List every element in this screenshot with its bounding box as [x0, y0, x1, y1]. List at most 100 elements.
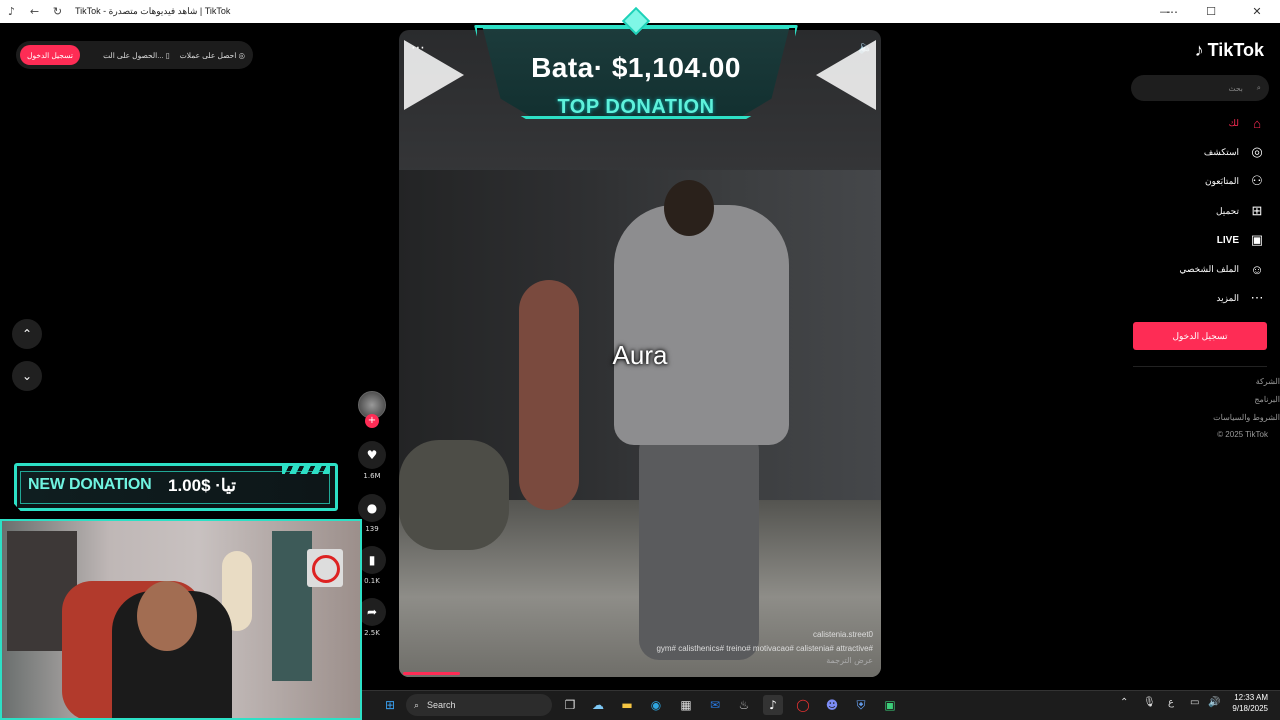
top-actions-pill: تسجيل الدخول الحصول على الت... ▯ احصل عل… — [16, 41, 253, 69]
video-hashtags[interactable]: gym# calisthenics# treino# motivacao# ca… — [656, 642, 873, 656]
close-button[interactable]: ✕ — [1234, 0, 1280, 23]
follow-plus-icon[interactable]: + — [365, 414, 379, 428]
store-icon[interactable]: ▦ — [676, 695, 696, 715]
video-person-legs — [639, 430, 759, 660]
sidebar-item-explore[interactable]: استكشف ◎ — [1140, 141, 1265, 163]
get-coins-label: احصل على عملات — [179, 50, 237, 60]
tiktok-taskbar-icon[interactable]: ♪ — [763, 695, 783, 715]
video-person-hoodie — [614, 205, 789, 445]
banner-left-wing — [404, 40, 464, 110]
like-count: 1.6M — [363, 472, 381, 480]
video-username[interactable]: calistenia.street0 — [656, 628, 873, 642]
get-app-label: الحصول على الت... — [103, 50, 164, 60]
network-icon[interactable]: ▭ — [1190, 697, 1199, 708]
sidebar-divider — [1133, 366, 1267, 367]
comment-icon[interactable]: ● — [358, 494, 386, 522]
video-caption: Aura — [612, 340, 668, 370]
more-icon: ⋯ — [1250, 290, 1264, 305]
get-app-link[interactable]: الحصول على الت... ▯ — [103, 51, 170, 60]
sidebar-item-for-you[interactable]: لك ⌂ — [1140, 112, 1265, 134]
footer-company-link[interactable]: الشركة — [1256, 377, 1280, 386]
language-indicator[interactable]: ع — [1168, 697, 1174, 708]
new-donation-stripes — [282, 466, 330, 474]
clock-time: 12:33 AM — [1234, 693, 1268, 702]
profile-icon: ☺ — [1250, 261, 1264, 277]
footer-program-link[interactable]: البرنامج — [1254, 395, 1280, 404]
footer-terms-link[interactable]: الشروط والسياسات — [1213, 413, 1280, 422]
sidebar-item-label: LIVE — [1216, 234, 1239, 246]
save-count: 0.1K — [364, 577, 380, 585]
no-smoking-sign — [307, 549, 343, 587]
video-person-head — [664, 180, 714, 236]
login-button[interactable]: تسجيل الدخول — [1133, 322, 1267, 350]
share-icon[interactable]: ➦ — [358, 598, 386, 626]
search-icon[interactable]: ⌕ — [1257, 83, 1261, 93]
video-person-standing — [519, 280, 579, 510]
outlook-icon[interactable]: ✉ — [705, 695, 725, 715]
windows-start-icon[interactable]: ⊞ — [380, 695, 400, 715]
previous-video-button[interactable]: ⌃ — [12, 319, 42, 349]
next-video-button[interactable]: ⌄ — [12, 361, 42, 391]
sidebar-item-live[interactable]: LIVE ▣ — [1140, 229, 1265, 251]
bookmark-icon[interactable]: ▮ — [358, 546, 386, 574]
video-player[interactable]: Aura calistenia.street0 gym# calisthenic… — [399, 30, 881, 677]
video-progress-bar[interactable] — [403, 672, 460, 675]
save-action[interactable]: ▮ 0.1K — [358, 546, 386, 585]
sidebar-item-label: تحميل — [1215, 205, 1239, 216]
discord-icon[interactable]: ☻ — [822, 695, 842, 715]
heart-icon[interactable]: ♥ — [358, 441, 386, 469]
chevron-down-icon: ⌄ — [21, 369, 33, 383]
streaming-app-icon[interactable]: ▣ — [880, 695, 900, 715]
minimize-button[interactable]: — — [1142, 0, 1188, 23]
tiktok-logo[interactable]: ♪ TikTok — [1195, 40, 1264, 61]
sidebar-item-label: المزيد — [1216, 292, 1239, 303]
home-icon: ⌂ — [1253, 115, 1261, 131]
video-person-sitting — [399, 440, 509, 550]
refresh-icon[interactable]: ↻ — [46, 0, 69, 23]
footer-copyright: © 2025 TikTok — [1217, 430, 1268, 439]
new-donation-amount: تيا· $1.00 — [168, 476, 236, 495]
search-box[interactable]: بحث ⌕ — [1131, 75, 1269, 101]
share-count: 2.5K — [364, 629, 380, 637]
webcam-streamer-head — [137, 581, 197, 651]
task-view-icon[interactable]: ❐ — [560, 695, 580, 715]
taskbar-search[interactable]: ⌕ Search — [406, 694, 552, 716]
comment-action[interactable]: ● 139 — [358, 494, 386, 533]
sidebar-item-label: المتابَعون — [1204, 175, 1239, 186]
tray-chevron-icon[interactable]: ⌃ — [1120, 697, 1128, 708]
taskbar-clock[interactable]: 12:33 AM 9/18/2025 — [1232, 692, 1268, 714]
webcam-wall-hanging — [272, 531, 312, 681]
shield-icon[interactable]: ⛨ — [851, 695, 871, 715]
taskbar-search-label: Search — [427, 700, 456, 710]
phone-icon: ▯ — [165, 50, 170, 60]
widgets-icon[interactable]: ☁ — [588, 695, 608, 715]
translate-link[interactable]: عرض الترجمة — [826, 656, 873, 665]
streamer-webcam — [0, 519, 362, 720]
logo-text: TikTok — [1207, 40, 1264, 60]
search-input[interactable]: بحث — [1229, 84, 1243, 93]
banner-right-wing — [816, 40, 876, 110]
sidebar-item-following[interactable]: المتابَعون ⚇ — [1140, 170, 1265, 192]
opera-icon[interactable]: ◯ — [793, 695, 813, 715]
sidebar-item-upload[interactable]: تحميل ⊞ — [1140, 200, 1265, 222]
steam-icon[interactable]: ♨ — [734, 695, 754, 715]
get-coins-link[interactable]: احصل على عملات ◎ — [180, 51, 245, 60]
login-button-small[interactable]: تسجيل الدخول — [20, 45, 80, 65]
edge-browser-icon[interactable]: ◉ — [646, 695, 666, 715]
file-explorer-icon[interactable]: ▬ — [617, 695, 637, 715]
compass-icon: ◎ — [1251, 144, 1263, 159]
like-action[interactable]: ♥ 1.6M — [358, 441, 386, 480]
back-icon[interactable]: ← — [23, 0, 46, 23]
microphone-icon[interactable]: 🎙 — [1143, 697, 1156, 708]
tiktok-note-icon: ♪ — [1194, 40, 1204, 60]
user-plus-icon: ⚇ — [1251, 173, 1263, 188]
chevron-up-icon: ⌃ — [21, 327, 33, 341]
clock-date: 9/18/2025 — [1232, 704, 1268, 713]
sidebar-item-profile[interactable]: الملف الشخصي ☺ — [1140, 258, 1265, 280]
maximize-button[interactable]: ☐ — [1188, 0, 1234, 23]
share-action[interactable]: ➦ 2.5K — [358, 598, 386, 637]
speaker-icon[interactable]: 🔊 — [1208, 697, 1220, 708]
comment-count: 139 — [365, 525, 379, 533]
sidebar-item-more[interactable]: المزيد ⋯ — [1140, 287, 1265, 309]
upload-icon: ⊞ — [1251, 203, 1263, 218]
